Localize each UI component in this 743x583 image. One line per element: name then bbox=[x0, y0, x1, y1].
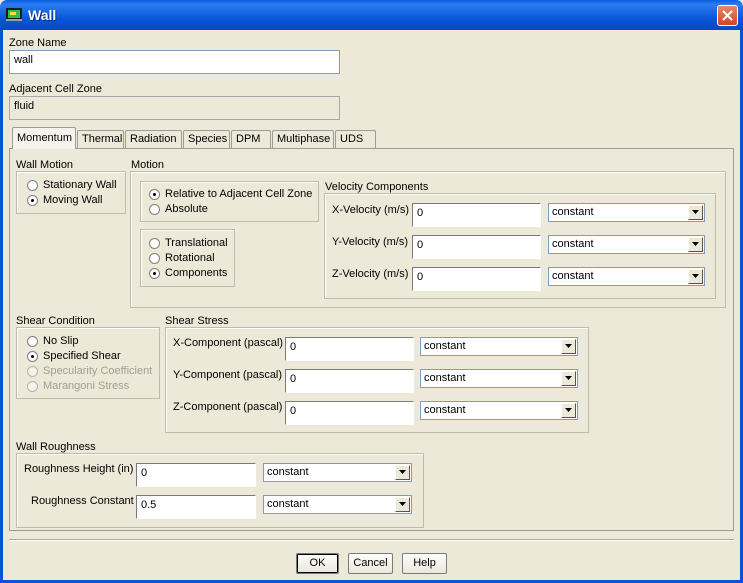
close-button[interactable] bbox=[717, 5, 738, 26]
motion-label: Motion bbox=[131, 159, 165, 171]
y-component-profile-select[interactable]: constant bbox=[420, 369, 578, 388]
tab-multiphase[interactable]: Multiphase bbox=[272, 130, 334, 148]
zone-name-input[interactable]: wall bbox=[9, 50, 340, 74]
roughness-constant-profile-select[interactable]: constant bbox=[263, 495, 412, 514]
shear-condition-label: Shear Condition bbox=[16, 315, 95, 327]
radio-button-disabled-icon bbox=[27, 381, 38, 392]
roughness-height-label: Roughness Height (in) bbox=[24, 463, 134, 475]
y-component-input[interactable]: 0 bbox=[285, 369, 414, 393]
help-button[interactable]: Help bbox=[402, 553, 447, 574]
z-velocity-label: Z-Velocity (m/s) bbox=[332, 268, 409, 280]
ok-button[interactable]: OK bbox=[296, 553, 339, 574]
z-velocity-input[interactable]: 0 bbox=[412, 267, 541, 291]
z-component-input[interactable]: 0 bbox=[285, 401, 414, 425]
dropdown-arrow-icon bbox=[561, 403, 576, 418]
window-title: Wall bbox=[28, 7, 57, 23]
x-component-profile-select[interactable]: constant bbox=[420, 337, 578, 356]
x-velocity-label: X-Velocity (m/s) bbox=[332, 204, 410, 216]
wall-motion-label: Wall Motion bbox=[16, 159, 74, 171]
roughness-constant-label: Roughness Constant bbox=[31, 495, 134, 507]
wall-motion-group bbox=[16, 171, 126, 214]
radio-button-icon bbox=[149, 238, 160, 249]
roughness-constant-input[interactable]: 0.5 bbox=[136, 495, 256, 519]
cancel-button[interactable]: Cancel bbox=[348, 553, 393, 574]
radio-button-checked-icon bbox=[27, 351, 38, 362]
dropdown-arrow-icon bbox=[561, 339, 576, 354]
radio-button-disabled-icon bbox=[27, 366, 38, 377]
z-velocity-profile-select[interactable]: constant bbox=[548, 267, 705, 286]
window-frame-left bbox=[0, 30, 3, 583]
y-velocity-label: Y-Velocity (m/s) bbox=[332, 236, 409, 248]
radio-button-icon bbox=[27, 336, 38, 347]
dropdown-arrow-icon bbox=[395, 465, 410, 480]
tab-species[interactable]: Species bbox=[183, 130, 230, 148]
tab-momentum[interactable]: Momentum bbox=[12, 127, 76, 149]
x-component-input[interactable]: 0 bbox=[285, 337, 414, 361]
tab-dpm[interactable]: DPM bbox=[231, 130, 271, 148]
roughness-height-profile-select[interactable]: constant bbox=[263, 463, 412, 482]
title-bar: Wall bbox=[0, 0, 743, 30]
shear-stress-label: Shear Stress bbox=[165, 315, 229, 327]
adjacent-cell-zone-label: Adjacent Cell Zone bbox=[9, 83, 102, 95]
dropdown-arrow-icon bbox=[688, 205, 703, 220]
dropdown-arrow-icon bbox=[688, 269, 703, 284]
adjacent-cell-zone-field: fluid bbox=[9, 96, 340, 120]
roughness-height-input[interactable]: 0 bbox=[136, 463, 256, 487]
x-velocity-input[interactable]: 0 bbox=[412, 203, 541, 227]
wall-roughness-label: Wall Roughness bbox=[16, 441, 96, 453]
tab-thermal[interactable]: Thermal bbox=[77, 130, 124, 148]
y-velocity-profile-select[interactable]: constant bbox=[548, 235, 705, 254]
zone-name-label: Zone Name bbox=[9, 37, 67, 49]
dropdown-arrow-icon bbox=[561, 371, 576, 386]
radio-button-checked-icon bbox=[149, 189, 160, 200]
dropdown-arrow-icon bbox=[395, 497, 410, 512]
z-component-profile-select[interactable]: constant bbox=[420, 401, 578, 420]
button-separator bbox=[9, 539, 734, 541]
velocity-components-label: Velocity Components bbox=[325, 181, 429, 193]
close-icon bbox=[722, 10, 733, 21]
y-velocity-input[interactable]: 0 bbox=[412, 235, 541, 259]
radio-button-icon bbox=[149, 253, 160, 264]
app-icon bbox=[6, 8, 22, 21]
tab-uds[interactable]: UDS bbox=[335, 130, 376, 148]
radio-button-checked-icon bbox=[27, 195, 38, 206]
radio-button-checked-icon bbox=[149, 268, 160, 279]
radio-button-icon bbox=[149, 204, 160, 215]
radio-button-icon bbox=[27, 180, 38, 191]
x-component-label: X-Component (pascal) bbox=[173, 337, 284, 349]
y-component-label: Y-Component (pascal) bbox=[173, 369, 283, 381]
z-component-label: Z-Component (pascal) bbox=[173, 401, 283, 413]
tab-radiation[interactable]: Radiation bbox=[125, 130, 182, 148]
dropdown-arrow-icon bbox=[688, 237, 703, 252]
x-velocity-profile-select[interactable]: constant bbox=[548, 203, 705, 222]
